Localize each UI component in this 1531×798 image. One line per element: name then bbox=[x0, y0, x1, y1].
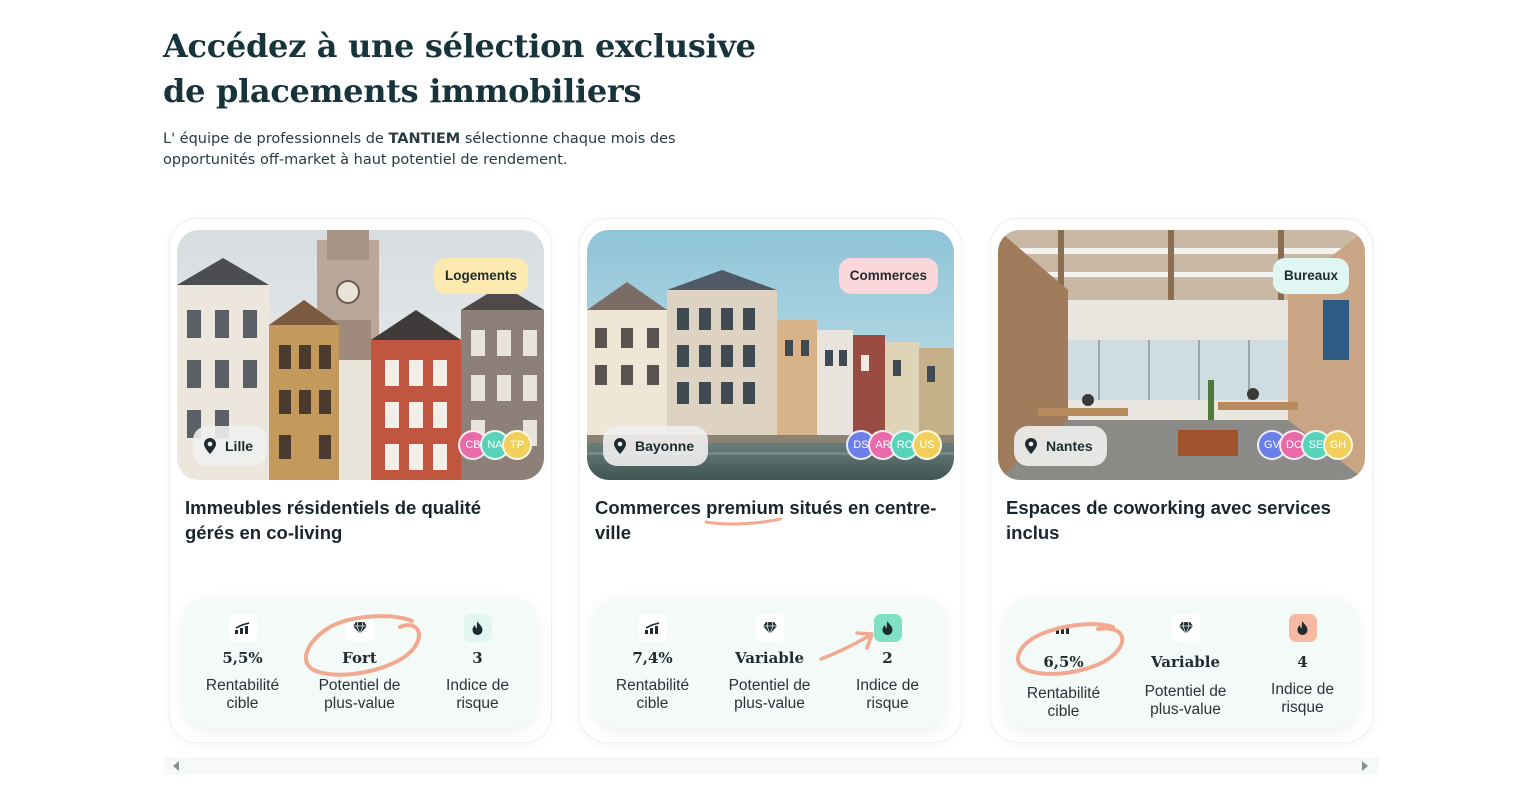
stat-capital-gain: Variable Potentiel de plus-value bbox=[711, 599, 828, 727]
stat-value: Variable bbox=[734, 649, 805, 667]
investor-avatars: GV DC SE GH bbox=[1257, 430, 1353, 462]
stat-target-yield: 5,5% Rentabilité cible bbox=[184, 599, 301, 727]
investor-avatars: DS AR RO US bbox=[846, 430, 942, 462]
stat-value: 5,5% bbox=[222, 649, 263, 667]
stat-label: Indice de risque bbox=[446, 677, 509, 712]
avatar: GH bbox=[1323, 430, 1353, 460]
chart-trend-icon bbox=[1050, 614, 1078, 642]
stat-label: Indice de risque bbox=[856, 677, 919, 712]
stat-target-yield: 6,5% Rentabilité cible bbox=[1005, 599, 1122, 727]
property-stats-panel: 7,4% Rentabilité cible Variable Potentiel… bbox=[594, 599, 946, 727]
hero-title-line1: Accédez à une sélection exclusive bbox=[163, 27, 756, 65]
carousel-scrollbar[interactable] bbox=[164, 757, 1379, 775]
location-chip: Lille bbox=[193, 426, 268, 466]
flame-icon bbox=[873, 614, 902, 642]
stat-target-yield: 7,4% Rentabilité cible bbox=[594, 599, 711, 727]
property-photo: Bureaux Nantes GV DC SE GH bbox=[998, 230, 1365, 480]
hero-subtitle-before: L' équipe de professionnels de bbox=[163, 131, 389, 147]
stat-risk-index: 4 Indice de risque bbox=[1244, 599, 1361, 727]
stat-label: Potentiel de plus-value bbox=[318, 677, 401, 712]
property-title[interactable]: Commerces premium situés en centre-ville bbox=[595, 495, 940, 545]
diamond-icon bbox=[345, 614, 374, 642]
location-label: Lille bbox=[225, 438, 254, 454]
location-label: Bayonne bbox=[635, 438, 695, 454]
location-chip: Nantes bbox=[1014, 426, 1107, 466]
chart-trend-icon bbox=[638, 614, 667, 642]
stat-capital-gain: Fort Potentiel de plus-value bbox=[301, 599, 418, 727]
property-type-tag: Logements bbox=[433, 258, 528, 294]
stat-value: 3 bbox=[472, 649, 483, 667]
scroll-left-arrow-icon[interactable] bbox=[170, 760, 182, 772]
stat-label: Potentiel de plus-value bbox=[728, 677, 811, 712]
stat-value: 2 bbox=[882, 649, 893, 667]
location-label: Nantes bbox=[1046, 438, 1093, 454]
stat-label: Rentabilité cible bbox=[1026, 685, 1101, 720]
stat-label: Potentiel de plus-value bbox=[1144, 683, 1227, 718]
stat-label: Indice de risque bbox=[1271, 681, 1334, 716]
hero-subtitle: L' équipe de professionnels de TANTIEM s… bbox=[163, 129, 723, 171]
location-chip: Bayonne bbox=[603, 426, 709, 466]
property-card[interactable]: Commerces Bayonne DS AR RO US Commerces … bbox=[579, 218, 962, 743]
stat-value: 6,5% bbox=[1043, 653, 1084, 671]
property-title[interactable]: Espaces de coworking avec services inclu… bbox=[1006, 495, 1351, 545]
avatar: US bbox=[912, 430, 942, 460]
hero-title-line2: de placements immobiliers bbox=[163, 72, 642, 110]
stat-value: 7,4% bbox=[632, 649, 673, 667]
hero-title: Accédez à une sélection exclusive de pla… bbox=[163, 24, 783, 114]
flame-icon bbox=[463, 614, 492, 642]
property-photo: Commerces Bayonne DS AR RO US bbox=[587, 230, 954, 480]
property-type-tag: Commerces bbox=[838, 258, 938, 294]
stat-value: Variable bbox=[1150, 653, 1221, 671]
diamond-icon bbox=[1171, 614, 1200, 642]
stat-risk-index: 2 Indice de risque bbox=[829, 599, 946, 727]
property-type-tag: Bureaux bbox=[1272, 258, 1349, 294]
stat-value: Fort bbox=[342, 649, 377, 667]
flame-icon bbox=[1288, 614, 1317, 642]
stat-value: 4 bbox=[1297, 653, 1308, 671]
stat-capital-gain: Variable Potentiel de plus-value bbox=[1127, 599, 1244, 727]
underline-annotation bbox=[704, 517, 782, 526]
property-stats-panel: 6,5% Rentabilité cible Variable Potentiel… bbox=[1005, 599, 1357, 727]
stat-risk-index: 3 Indice de risque bbox=[419, 599, 536, 727]
property-stats-panel: 5,5% Rentabilité cible Fort Potentiel de p… bbox=[184, 599, 536, 727]
scroll-right-arrow-icon[interactable] bbox=[1359, 760, 1371, 772]
location-pin-icon bbox=[614, 438, 626, 454]
location-pin-icon bbox=[1025, 438, 1037, 454]
property-card[interactable]: Logements Lille CB NA TP Immeubles résid… bbox=[169, 218, 552, 743]
stat-label: Rentabilité cible bbox=[205, 677, 280, 712]
highlighted-word: premium bbox=[704, 497, 784, 526]
brand-name: TANTIEM bbox=[388, 131, 461, 147]
location-pin-icon bbox=[204, 438, 216, 454]
investor-avatars: CB NA TP bbox=[458, 430, 532, 462]
stat-label: Rentabilité cible bbox=[615, 677, 690, 712]
avatar: TP bbox=[502, 430, 532, 460]
property-photo: Logements Lille CB NA TP bbox=[177, 230, 544, 480]
property-title[interactable]: Immeubles résidentiels de qualité gérés … bbox=[185, 495, 530, 545]
chart-trend-icon bbox=[228, 614, 257, 642]
property-card[interactable]: Bureaux Nantes GV DC SE GH Espaces de co… bbox=[990, 218, 1373, 743]
diamond-icon bbox=[755, 614, 784, 642]
